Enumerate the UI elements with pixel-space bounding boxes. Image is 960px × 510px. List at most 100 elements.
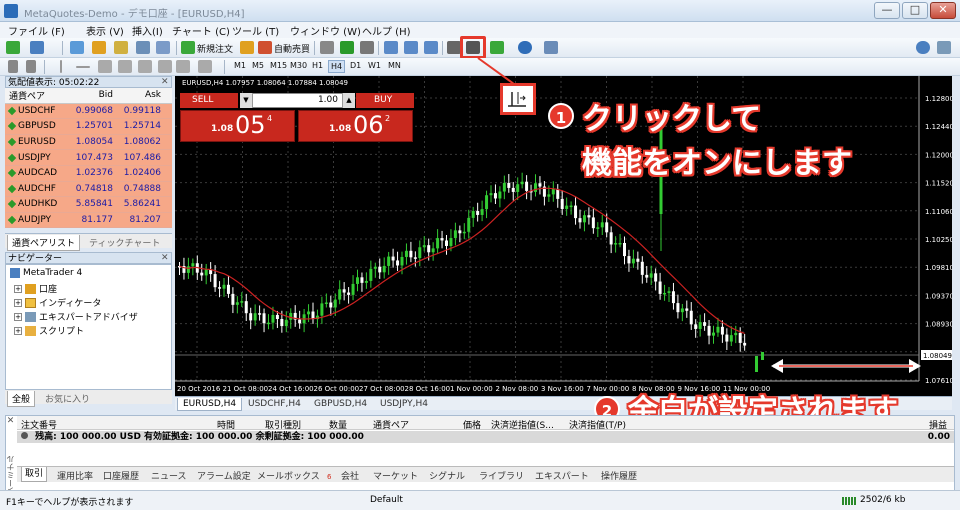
column-header[interactable]: 取引種別: [265, 418, 301, 431]
table-row[interactable]: GBPUSD 1.25701 1.25714: [5, 119, 172, 135]
column-header[interactable]: 決済逆指値(S...: [491, 418, 554, 431]
tf-m1[interactable]: M1: [232, 60, 248, 71]
menu-help[interactable]: ヘルプ (H): [362, 23, 411, 38]
column-header[interactable]: 時間: [217, 418, 235, 431]
column-header[interactable]: 価格: [463, 418, 481, 431]
tab-general[interactable]: 全般: [7, 391, 36, 407]
buy-price-box[interactable]: 1.08 06 2: [298, 110, 413, 142]
metaeditor-icon[interactable]: [240, 41, 254, 54]
lot-input[interactable]: 1.00: [240, 93, 355, 108]
text-icon[interactable]: [158, 60, 172, 73]
tab-gbpusd[interactable]: GBPUSD,H4: [309, 398, 372, 410]
nav-root[interactable]: MetaTrader 4: [10, 268, 82, 278]
candlestick-icon[interactable]: [340, 41, 354, 54]
table-row[interactable]: AUDJPY 81.177 81.207: [5, 212, 172, 229]
nav-item-accounts[interactable]: + 口座: [14, 282, 57, 295]
column-header[interactable]: Bid: [68, 90, 116, 100]
auto-trade-button[interactable]: 自動売買: [274, 42, 310, 55]
minimize-button[interactable]: —: [874, 2, 900, 19]
arrows-icon[interactable]: [198, 60, 212, 73]
menu-window[interactable]: ウィンドウ (W): [290, 23, 361, 38]
column-header[interactable]: 注文番号: [21, 418, 57, 431]
menu-chart[interactable]: チャート (C): [172, 23, 230, 38]
expand-icon[interactable]: +: [14, 326, 22, 335]
expand-icon[interactable]: +: [14, 298, 22, 307]
tf-h1[interactable]: H1: [310, 60, 325, 71]
new-chart-icon[interactable]: [6, 41, 20, 54]
nav-item-indicators[interactable]: + インディケータ: [14, 296, 101, 309]
column-header[interactable]: 数量: [329, 418, 347, 431]
close-button[interactable]: ✕: [930, 2, 956, 19]
tab-signals[interactable]: シグナル: [429, 469, 465, 482]
tf-h4[interactable]: H4: [328, 60, 346, 73]
tab-company[interactable]: 会社: [341, 469, 359, 482]
tab-library[interactable]: ライブラリ: [479, 469, 524, 482]
close-icon[interactable]: ✕: [5, 416, 16, 430]
fibonacci-icon[interactable]: [138, 60, 152, 73]
navigator-icon[interactable]: [92, 41, 106, 54]
tab-favorites[interactable]: お気に入り: [41, 391, 94, 406]
tf-mn[interactable]: MN: [386, 60, 403, 71]
menu-tools[interactable]: ツール (T): [232, 23, 279, 38]
data-window-icon[interactable]: [114, 41, 128, 54]
table-row[interactable]: AUDCHF 0.74818 0.74888: [5, 181, 172, 198]
tester-icon[interactable]: [156, 41, 170, 54]
tab-experts[interactable]: エキスパート: [535, 469, 589, 482]
table-row[interactable]: AUDHKD 5.85841 5.86241: [5, 197, 172, 213]
tab-exposure[interactable]: 運用比率: [57, 469, 93, 482]
column-header[interactable]: 損益: [929, 418, 947, 431]
column-header[interactable]: 決済指値(T/P): [569, 418, 626, 431]
menu-file[interactable]: ファイル (F): [8, 23, 65, 38]
zoom-out-icon[interactable]: [404, 41, 418, 54]
channel-icon[interactable]: [118, 60, 132, 73]
tab-trade[interactable]: 取引: [21, 467, 48, 482]
tf-m5[interactable]: M5: [250, 60, 266, 71]
tab-history[interactable]: 口座履歴: [103, 469, 139, 482]
auto-trade-icon[interactable]: [258, 41, 272, 54]
tab-journal[interactable]: 操作履歴: [601, 469, 637, 482]
tab-eurusd[interactable]: EURUSD,H4: [177, 398, 243, 411]
tab-alerts[interactable]: アラーム設定: [197, 469, 251, 482]
tile-windows-icon[interactable]: [424, 41, 438, 54]
expand-icon[interactable]: +: [14, 312, 22, 321]
lot-decrease-button[interactable]: ▼: [240, 93, 253, 108]
tf-w1[interactable]: W1: [366, 60, 383, 71]
tf-m15[interactable]: M15: [268, 60, 289, 71]
buy-button[interactable]: BUY: [356, 93, 414, 108]
table-row[interactable]: USDJPY 107.473 107.486: [5, 150, 172, 166]
menu-view[interactable]: 表示 (V): [86, 23, 124, 38]
column-header[interactable]: 通貨ペア: [373, 418, 409, 431]
bar-chart-icon[interactable]: [320, 41, 334, 54]
new-order-button[interactable]: 新規注文: [197, 42, 233, 55]
close-icon[interactable]: ✕: [161, 77, 171, 87]
close-icon[interactable]: ✕: [161, 253, 169, 263]
table-row[interactable]: EURUSD 1.08054 1.08062: [5, 134, 172, 151]
tf-m30[interactable]: M30: [288, 60, 309, 71]
table-row[interactable]: AUDCAD 1.02376 1.02406: [5, 165, 172, 182]
tab-news[interactable]: ニュース: [151, 469, 187, 482]
templates-icon[interactable]: [544, 41, 558, 54]
sell-button[interactable]: SELL: [180, 93, 238, 108]
label-icon[interactable]: [176, 60, 190, 73]
chat-icon[interactable]: [937, 41, 951, 54]
sell-price-box[interactable]: 1.08 05 4: [180, 110, 295, 142]
cursor-icon[interactable]: [8, 60, 18, 73]
nav-item-experts[interactable]: + エキスパートアドバイザ: [14, 310, 138, 323]
profiles-icon[interactable]: [30, 41, 44, 54]
nav-item-scripts[interactable]: + スクリプト: [14, 324, 84, 337]
horizontal-line-icon[interactable]: [76, 66, 90, 68]
tab-market[interactable]: マーケット: [373, 469, 418, 482]
market-watch-icon[interactable]: [70, 41, 84, 54]
trendline-icon[interactable]: [98, 60, 112, 73]
vertical-line-icon[interactable]: [60, 60, 62, 73]
tab-usdjpy[interactable]: USDJPY,H4: [375, 398, 433, 410]
column-header[interactable]: 通貨ペア: [5, 89, 68, 102]
lot-increase-button[interactable]: ▲: [342, 93, 355, 108]
expand-icon[interactable]: +: [14, 284, 22, 293]
auto-scroll-icon[interactable]: [447, 41, 461, 54]
line-chart-icon[interactable]: [360, 41, 374, 54]
terminal-icon[interactable]: [136, 41, 150, 54]
crosshair-icon[interactable]: [26, 60, 36, 73]
table-row[interactable]: USDCHF 0.99068 0.99118: [5, 103, 172, 120]
tab-usdchf[interactable]: USDCHF,H4: [243, 398, 306, 410]
